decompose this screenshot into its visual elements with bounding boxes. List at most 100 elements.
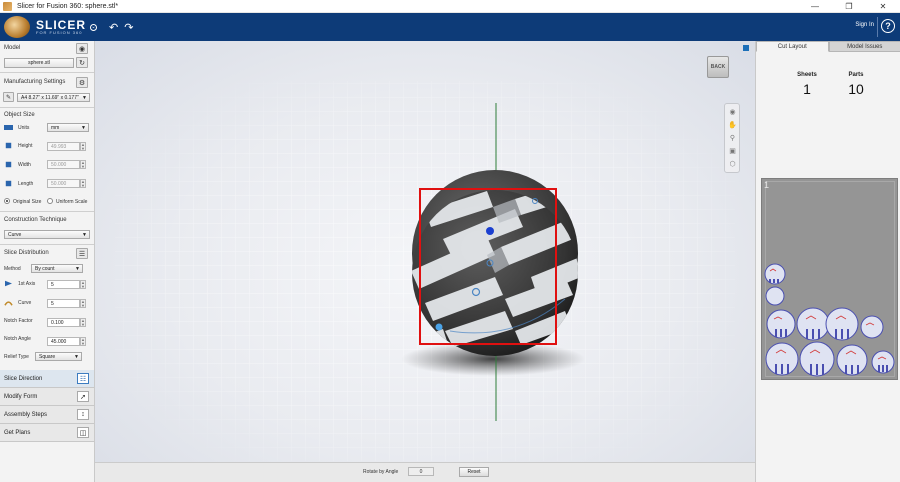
view-cube-icon[interactable]: ⬡ [728,159,737,168]
panel-collapse-icon[interactable] [743,45,749,51]
nav-get-plans-label: Get Plans [4,429,31,436]
tab-cut-layout[interactable]: Cut Layout [756,41,829,52]
notch-factor-field[interactable]: 0.100 [47,318,80,327]
logo-sub-text: FOR FUSION 360 [36,30,83,35]
notch-angle-stepper[interactable]: ▲ ▼ [80,337,86,346]
notch-angle-label: Notch Angle [4,336,31,342]
redo-icon[interactable]: ↷ [124,21,133,34]
width-icon [5,161,12,168]
undo-icon[interactable]: ↶ [109,21,118,34]
width-stepper[interactable]: ▲ ▼ [80,160,86,169]
construction-dropdown[interactable]: Curve ▼ [4,230,90,239]
notch-angle-field[interactable]: 45.000 [47,337,80,346]
orbit-icon[interactable]: ◉ [728,107,737,116]
eye-icon[interactable]: ◉ [76,43,88,54]
nav-get-plans[interactable]: Get Plans ◫ [0,424,94,442]
nav-slice-direction-label: Slice Direction [4,375,43,382]
pan-hand-icon[interactable]: ✋ [728,120,737,129]
construction-title: Construction Technique [4,217,67,223]
curve-label: Curve [18,300,32,306]
gear-icon[interactable]: ⚙ [76,77,88,88]
divider [0,107,94,108]
right-panel: Cut Layout Model Issues Sheets 1 Parts 1… [755,41,900,482]
sheet-size-value: A4 8.27" x 11.69" x 0.177" [21,94,79,101]
app-icon [3,1,12,11]
length-field[interactable]: 50.000 [47,179,80,188]
height-field[interactable]: 49.993 [47,142,80,151]
parts-label: Parts [848,72,864,78]
slice-direction-icon: ☷ [77,373,89,384]
zoom-icon[interactable]: ⚲ [728,133,737,142]
uniform-scale-radio[interactable] [47,198,53,204]
rotate-angle-field[interactable]: 0 [408,467,434,476]
pencil-icon[interactable]: ✎ [3,92,14,102]
length-icon [5,180,12,187]
help-button[interactable]: ? [881,19,895,33]
original-size-radio[interactable] [4,198,10,204]
method-label: Method [4,266,21,272]
notch-factor-label: Notch Factor [4,318,33,324]
ruler-icon [4,125,13,130]
sheet-size-dropdown[interactable]: A4 8.27" x 11.69" x 0.177" ▼ [17,93,90,102]
relief-type-label: Relief Type [4,354,29,360]
model-file-button[interactable]: sphere.stl [4,58,74,68]
units-dropdown[interactable]: mm ▼ [47,123,89,132]
nav-assembly-steps-label: Assembly Steps [4,411,48,418]
length-label: Length [18,181,34,187]
uniform-scale-label: Uniform Scale [56,199,88,205]
length-stepper[interactable]: ▲ ▼ [80,179,86,188]
close-button[interactable]: ✕ [866,0,900,13]
slicer-logo-icon [4,16,30,38]
assembly-steps-icon: ↕ [77,409,89,420]
curve-field[interactable]: 5 [47,299,80,308]
axis1-stepper[interactable]: ▲ ▼ [80,280,86,289]
nav-modify-form[interactable]: Modify Form ➚ [0,388,94,406]
method-value: By count [35,265,55,272]
view-toolstrip: ◉ ✋ ⚲ ▣ ⬡ [724,103,740,173]
construction-value: Curve [8,231,22,238]
list-icon[interactable]: ☰ [76,248,88,259]
sheets-count: 1 [803,81,811,97]
fit-view-icon[interactable]: ▣ [728,146,737,155]
method-dropdown[interactable]: By count ▼ [31,264,83,273]
nav-assembly-steps[interactable]: Assembly Steps ↕ [0,406,94,424]
original-size-label: Original Size [13,199,42,205]
3d-viewport[interactable]: BACK ◉ ✋ ⚲ ▣ ⬡ [95,41,755,462]
width-label: Width [18,162,31,168]
maximize-button[interactable]: ❐ [832,0,866,13]
relief-type-dropdown[interactable]: Square ▼ [35,352,82,361]
app-header: SLICER FOR FUSION 360 ⌄ ↶ ↷ Sign In ? [0,13,900,41]
slice-distribution-title: Slice Distribution [4,250,49,256]
refresh-icon[interactable]: ↻ [76,57,88,68]
reset-button[interactable]: Reset [459,467,489,477]
get-plans-icon: ◫ [77,427,89,438]
bottom-toolbar: Rotate by Angle 0 Reset [95,462,755,482]
axis1-field[interactable]: 5 [47,280,80,289]
left-panel: Model ◉ sphere.stl ↻ Manufacturing Setti… [0,41,95,482]
height-stepper[interactable]: ▲ ▼ [80,142,86,151]
app-menu-icon[interactable]: ⌄ [90,23,98,31]
height-label: Height [18,143,33,149]
window-titlebar: Slicer for Fusion 360: sphere.stl* — ❐ ✕ [0,0,900,13]
notch-factor-stepper[interactable]: ▲ ▼ [80,318,86,327]
sign-in-link[interactable]: Sign In [855,22,874,28]
sheets-label: Sheets [797,72,817,78]
units-value: mm [51,124,60,131]
curve-stepper[interactable]: ▲ ▼ [80,299,86,308]
back-button[interactable]: BACK [707,56,729,78]
minimize-button[interactable]: — [798,0,832,13]
object-size-title: Object Size [4,112,35,118]
divider [0,211,94,212]
modify-form-icon: ➚ [77,391,89,402]
rotate-label: Rotate by Angle [363,469,399,475]
width-field[interactable]: 50.000 [47,160,80,169]
nav-slice-direction[interactable]: Slice Direction ☷ [0,370,94,388]
first-axis-icon [5,280,12,287]
header-divider [877,17,878,37]
axis1-label: 1st Axis [18,281,36,287]
app-logo: SLICER FOR FUSION 360 [36,19,86,35]
tab-model-issues[interactable]: Model Issues [828,41,900,52]
relief-type-value: Square [39,353,56,360]
manufacturing-section-title: Manufacturing Settings [4,79,66,85]
cut-sheet-preview[interactable]: 1 [761,178,898,380]
